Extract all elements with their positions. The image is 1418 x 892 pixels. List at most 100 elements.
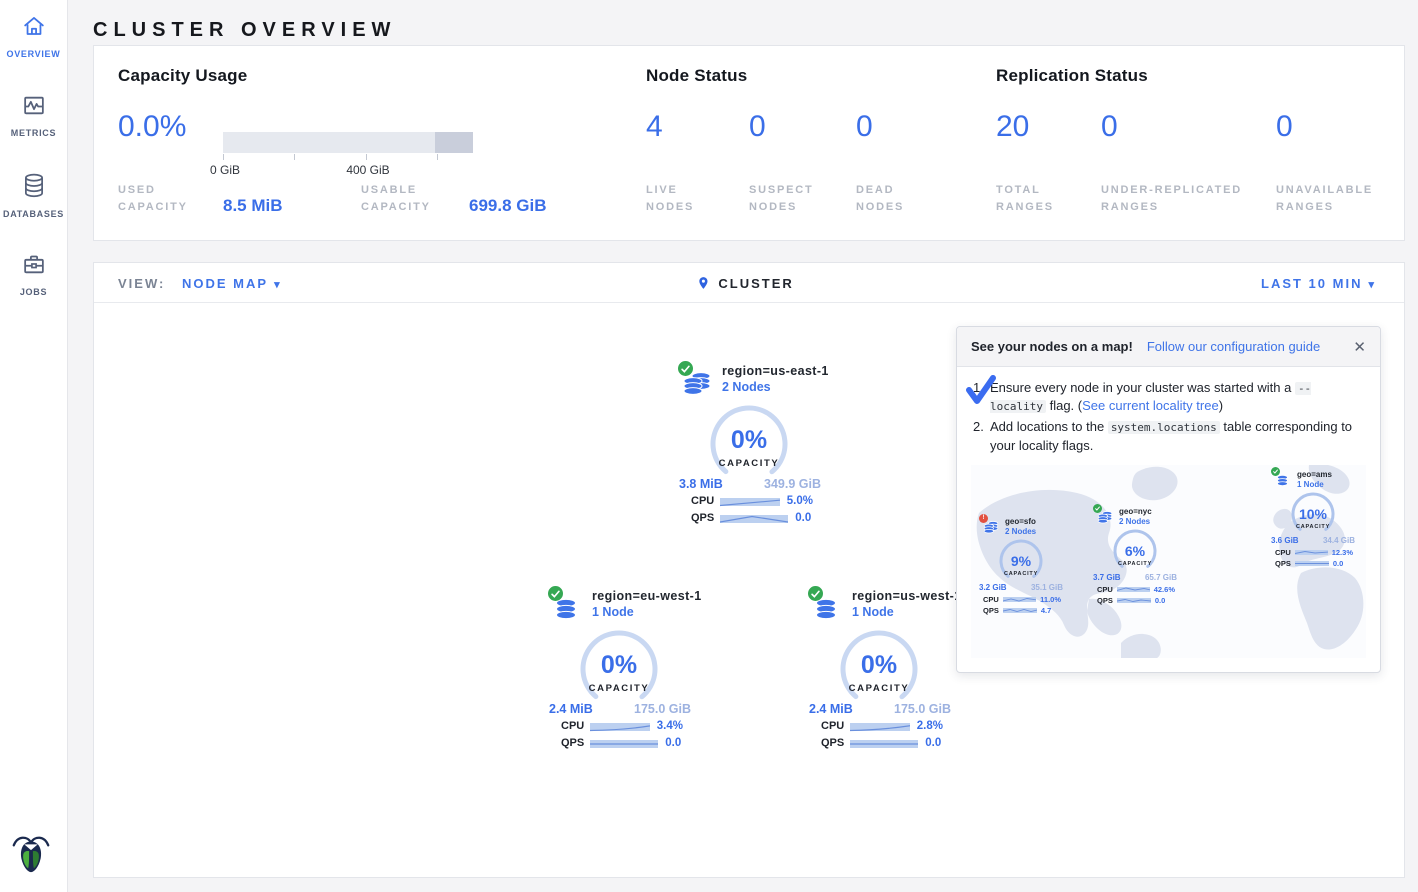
qps-value: 0.0: [925, 737, 941, 749]
sidebar-item-label: DATABASES: [3, 209, 64, 219]
popup-header: See your nodes on a map! Follow our conf…: [957, 327, 1380, 367]
total-ranges-value: 20: [996, 110, 1029, 144]
view-dropdown-value: NODE MAP: [182, 276, 268, 291]
capacity-total: 65.7 GiB: [1145, 573, 1177, 582]
cockroach-logo[interactable]: [8, 830, 54, 876]
sidebar-item-overview[interactable]: OVERVIEW: [0, 14, 67, 62]
qps-label: QPS: [561, 737, 584, 749]
setup-step-1: 1. Ensure every node in your cluster was…: [973, 379, 1364, 415]
capacity-used: 3.8 MiB: [679, 477, 723, 491]
configuration-guide-link[interactable]: Follow our configuration guide: [1147, 339, 1320, 354]
live-nodes-value: 4: [646, 110, 663, 144]
cpu-sparkline: [720, 496, 780, 507]
status-healthy-icon: [678, 361, 693, 376]
qps-value: 0.0: [665, 737, 681, 749]
cpu-label: CPU: [561, 720, 584, 732]
capacity-percent: 10%: [1267, 506, 1359, 522]
cpu-label: CPU: [691, 495, 714, 507]
capacity-percent: 6%: [1089, 543, 1181, 559]
under-replicated-value: 0: [1101, 110, 1118, 144]
breadcrumb-label: CLUSTER: [718, 276, 793, 291]
capacity-label: CAPACITY: [1267, 524, 1359, 530]
jobs-icon: [21, 252, 47, 277]
cpu-value: 5.0%: [787, 495, 813, 507]
cpu-value: 12.3%: [1332, 548, 1353, 557]
view-dropdown[interactable]: NODE MAP▾: [182, 276, 282, 291]
cluster-summary-panel: Capacity Usage 0.0% 0 GiB 400 GiB USED C…: [93, 45, 1405, 241]
qps-sparkline: [590, 738, 658, 749]
node-map-group-eu-west-1[interactable]: region=eu-west-1 1 Node 0% CAPACITY 2.4 …: [534, 589, 704, 755]
capacity-total: 35.1 GiB: [1031, 583, 1063, 592]
unavailable-value: 0: [1276, 110, 1293, 144]
axis-tick-label: 0 GiB: [210, 163, 240, 177]
capacity-label: CAPACITY: [664, 458, 834, 469]
capacity-used: 2.4 MiB: [809, 702, 853, 716]
dead-nodes-label: DEAD NODES: [856, 182, 926, 216]
capacity-used-percent: 0.0%: [118, 110, 186, 144]
step-number: 2.: [973, 418, 990, 454]
capacity-total: 175.0 GiB: [634, 702, 691, 716]
live-nodes-label: LIVE NODES: [646, 182, 716, 216]
sidebar-item-label: METRICS: [11, 128, 56, 138]
capacity-bar: [223, 132, 473, 153]
sidebar-item-metrics[interactable]: METRICS: [0, 93, 67, 141]
time-range-value: LAST 10 MIN: [1261, 276, 1362, 291]
node-count-link[interactable]: 2 Nodes: [722, 380, 829, 394]
cpu-value: 42.6%: [1154, 585, 1175, 594]
view-bar: VIEW: NODE MAP▾ CLUSTER LAST 10 MIN▾: [94, 263, 1404, 303]
under-replicated-label: UNDER-REPLICATED RANGES: [1101, 182, 1271, 216]
suspect-nodes-value: 0: [749, 110, 766, 144]
time-range-dropdown[interactable]: LAST 10 MIN▾: [1261, 276, 1376, 291]
axis-tick: [223, 154, 224, 160]
popup-body: 1. Ensure every node in your cluster was…: [957, 367, 1380, 455]
cpu-value: 2.8%: [917, 720, 943, 732]
region-label: region=us-east-1: [722, 364, 829, 378]
status-healthy-icon: [808, 586, 823, 601]
node-map-group-us-east-1[interactable]: region=us-east-1 2 Nodes 0% CAPACITY 3.8…: [664, 364, 834, 530]
close-icon[interactable]: ✕: [1353, 338, 1366, 356]
node-status-title: Node Status: [646, 66, 747, 86]
cpu-label: CPU: [1097, 585, 1113, 594]
capacity-percent: 0%: [534, 651, 704, 680]
capacity-label: CAPACITY: [1089, 561, 1181, 567]
capacity-bar-reserved-segment: [435, 132, 473, 153]
cpu-sparkline: [1117, 586, 1150, 593]
capacity-percent: 9%: [975, 553, 1067, 569]
region-label: geo=sfo: [1005, 517, 1036, 526]
code-system-locations: system.locations: [1108, 421, 1220, 434]
node-count: 2 Nodes: [1005, 527, 1036, 536]
capacity-used: 3.2 GiB: [979, 583, 1007, 592]
breadcrumb-cluster[interactable]: CLUSTER: [696, 274, 793, 292]
qps-value: 4.7: [1041, 606, 1051, 615]
node-count-link[interactable]: 1 Node: [852, 605, 962, 619]
sidebar-item-label: JOBS: [20, 287, 47, 297]
qps-label: QPS: [821, 737, 844, 749]
sidebar-item-databases[interactable]: DATABASES: [0, 172, 67, 222]
unavailable-label: UNAVAILABLE RANGES: [1276, 182, 1396, 216]
node-count: 2 Nodes: [1119, 517, 1152, 526]
cpu-sparkline: [1003, 596, 1036, 603]
qps-sparkline: [1003, 607, 1037, 614]
capacity-used: 2.4 MiB: [549, 702, 593, 716]
cpu-label: CPU: [1275, 548, 1291, 557]
cpu-label: CPU: [983, 595, 999, 604]
sidebar-item-jobs[interactable]: JOBS: [0, 252, 67, 300]
qps-value: 0.0: [1333, 559, 1343, 568]
qps-label: QPS: [1097, 596, 1113, 605]
qps-sparkline: [850, 738, 918, 749]
qps-sparkline: [1117, 597, 1151, 604]
node-count-link[interactable]: 1 Node: [592, 605, 702, 619]
capacity-label: CAPACITY: [794, 683, 964, 694]
node-map-setup-popup: See your nodes on a map! Follow our conf…: [956, 326, 1381, 673]
sidebar: OVERVIEW METRICS DATABASES JOBS: [0, 0, 68, 892]
axis-tick: [294, 154, 295, 160]
node-map-group-us-west-1[interactable]: region=us-west-1 1 Node 0% CAPACITY 2.4 …: [794, 589, 964, 755]
locality-tree-link[interactable]: See current locality tree: [1082, 398, 1219, 413]
sidebar-item-label: OVERVIEW: [7, 49, 61, 59]
map-pin-icon: [696, 274, 710, 292]
capacity-percent: 0%: [794, 651, 964, 680]
total-ranges-label: TOTAL RANGES: [996, 182, 1071, 216]
status-warning-icon: !: [979, 514, 988, 523]
step-text: Ensure every node in your cluster was st…: [990, 379, 1364, 415]
step-text: Add locations to the system.locations ta…: [990, 418, 1364, 454]
